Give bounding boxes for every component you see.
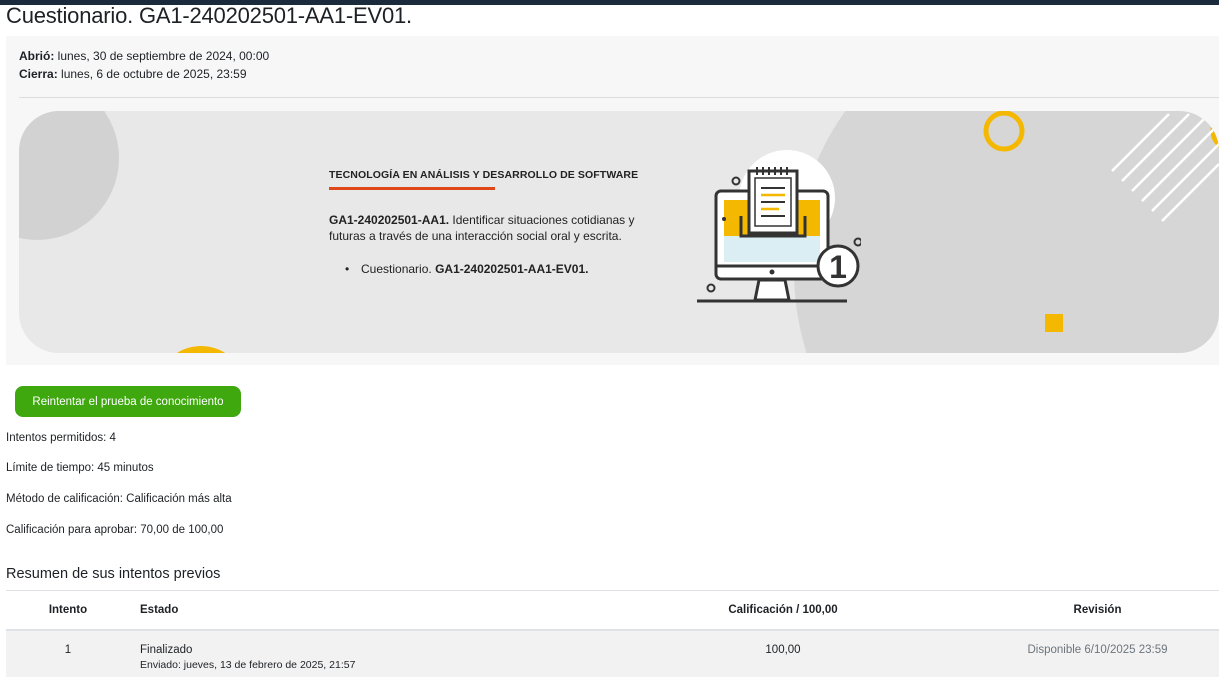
evidence-list-item: • Cuestionario. GA1-240202501-AA1-EV01. (345, 262, 588, 276)
pass-grade: Calificación para aprobar: 70,00 de 100,… (6, 524, 224, 536)
closes-date: Cierra: lunes, 6 de octubre de 2025, 23:… (19, 67, 247, 81)
header-state: Estado (130, 590, 590, 631)
heading-underline (329, 187, 495, 190)
left-decor-circle (19, 111, 119, 240)
activity-code: GA1-240202501-AA1. (329, 213, 450, 227)
evidence-prefix: Cuestionario. (361, 262, 432, 276)
activity-description: GA1-240202501-AA1. Identificar situacion… (329, 212, 659, 244)
attempt-state: Finalizado (140, 644, 193, 656)
table-header-row: Intento Estado Calificación / 100,00 Rev… (6, 590, 1219, 631)
attempts-table: Intento Estado Calificación / 100,00 Rev… (6, 590, 1219, 677)
attempt-submitted: Enviado: jueves, 13 de febrero de 2025, … (140, 659, 356, 671)
attempts-allowed: Intentos permitidos: 4 (6, 432, 116, 444)
attempt-review-status: Disponible 6/10/2025 23:59 (1027, 644, 1168, 656)
yellow-square-decor (1045, 314, 1063, 332)
opened-date: Abrió: lunes, 30 de septiembre de 2024, … (19, 49, 269, 63)
badge-number: 1 (829, 249, 847, 285)
evidence-code: GA1-240202501-AA1-EV01. (435, 262, 589, 276)
header-attempt: Intento (6, 590, 130, 631)
attempt-grade: 100,00 (765, 644, 801, 656)
closes-value: lunes, 6 de octubre de 2025, 23:59 (61, 67, 247, 81)
table-row: 1 Finalizado Enviado: jueves, 13 de febr… (6, 630, 1219, 677)
closes-label: Cierra: (19, 67, 58, 81)
bullet-icon: • (345, 262, 350, 276)
attempt-number: 1 (64, 644, 72, 656)
retry-quiz-button[interactable]: Reintentar el prueba de conocimiento (15, 386, 241, 417)
page-title: Cuestionario. GA1-240202501-AA1-EV01. (6, 3, 412, 28)
opened-value: lunes, 30 de septiembre de 2024, 00:00 (57, 49, 270, 63)
computer-quiz-icon: 1 (697, 150, 861, 303)
header-review: Revisión (976, 590, 1219, 631)
activity-banner: TECNOLOGÍA EN ANÁLISIS Y DESARROLLO DE S… (19, 111, 1219, 353)
grading-method: Método de calificación: Calificación más… (6, 493, 232, 505)
header-grade: Calificación / 100,00 (590, 590, 976, 631)
attempts-summary-title: Resumen de sus intentos previos (6, 566, 221, 582)
dates-divider (19, 97, 1219, 98)
time-limit: Límite de tiempo: 45 minutos (6, 462, 154, 474)
opened-label: Abrió: (19, 49, 55, 63)
program-heading: TECNOLOGÍA EN ANÁLISIS Y DESARROLLO DE S… (329, 169, 639, 181)
yellow-half-circle-decor (176, 346, 226, 353)
